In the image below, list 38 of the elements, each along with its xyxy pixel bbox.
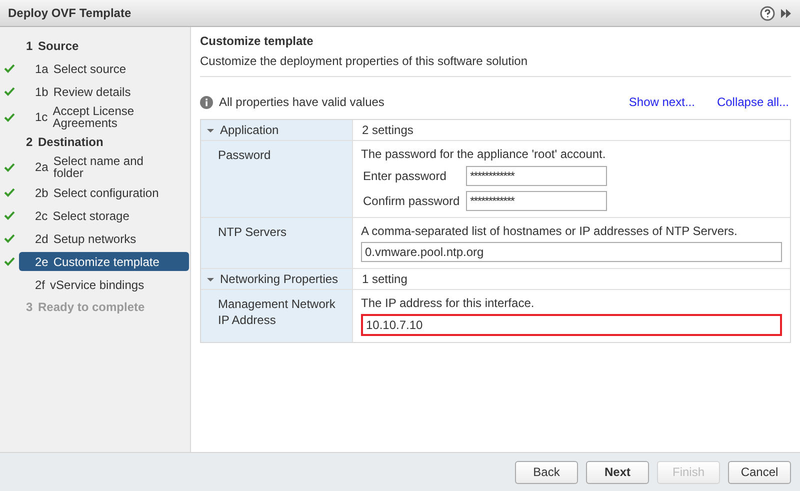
link[interactable]: Collapse all...: [716, 93, 789, 111]
step-item[interactable]: 2c Select storage: [19, 206, 189, 225]
step-item[interactable]: 2f vService bindings: [19, 275, 189, 294]
info-icon: [200, 96, 213, 108]
step-item[interactable]: 2e Customize template: [19, 252, 189, 271]
property-label: NTP Servers: [218, 225, 286, 239]
step-group: 2 Destination: [0, 131, 190, 153]
status-message: All properties have valid values: [219, 94, 384, 111]
step-group: 3 Ready to complete: [0, 296, 190, 318]
settings-count: 2 settings: [362, 122, 414, 139]
step-item[interactable]: 2b Select configuration: [19, 183, 189, 202]
field-label: Enter password: [363, 168, 448, 185]
step-item[interactable]: 1a Select source: [19, 59, 189, 78]
input-field[interactable]: 0.vmware.pool.ntp.org: [361, 242, 782, 262]
help-icon[interactable]: [760, 6, 775, 20]
link[interactable]: Show next...: [628, 93, 695, 111]
page-title: Customize template: [200, 33, 314, 50]
page-subtitle: Customize the deployment properties of this software solution: [200, 53, 528, 70]
property-description: The password for the appliance 'root' account.: [361, 147, 607, 161]
settings-count: 1 setting: [362, 271, 408, 288]
property-description: The IP address for this interface.: [361, 296, 536, 310]
window-title: Deploy OVF Template: [8, 5, 132, 22]
property-label: Password: [218, 148, 271, 162]
section-header[interactable]: Networking Properties: [201, 269, 353, 289]
property-label: Management Network IP Address: [218, 297, 336, 327]
dialog-button[interactable]: Back: [515, 460, 578, 484]
password-field[interactable]: ************: [466, 191, 607, 211]
input-field[interactable]: 10.10.7.10: [361, 314, 782, 336]
dialog-button[interactable]: Cancel: [728, 460, 791, 484]
step-item[interactable]: 2d Setup networks: [19, 229, 189, 248]
step-group: 1 Source: [0, 35, 190, 57]
property-description: A comma-separated list of hostnames or IP addresses of NTP Servers.: [361, 224, 738, 238]
field-label: Confirm password: [363, 193, 461, 210]
password-field[interactable]: ************: [466, 166, 607, 186]
double-arrow-icon[interactable]: [781, 8, 792, 18]
step-item[interactable]: 1b Review details: [19, 82, 189, 101]
section-header[interactable]: Application: [201, 120, 353, 140]
dialog-button[interactable]: Next: [586, 460, 649, 484]
